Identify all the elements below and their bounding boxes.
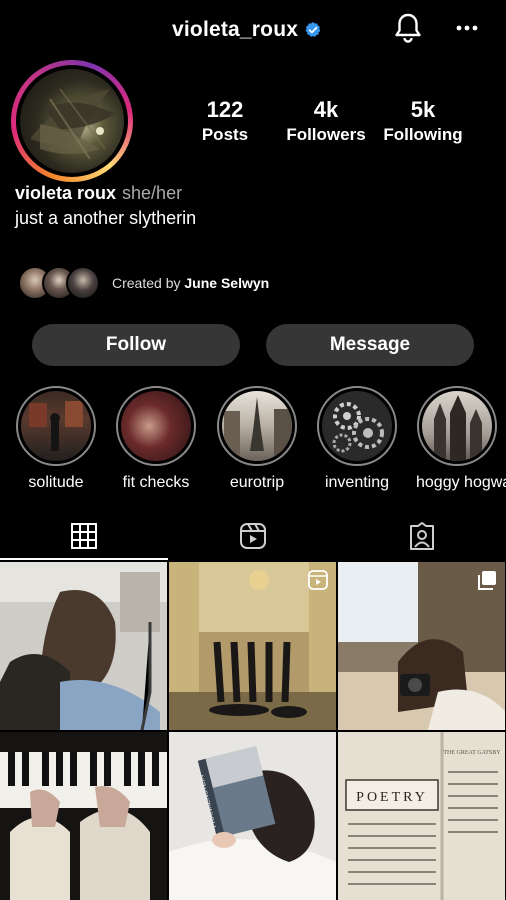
- follow-button[interactable]: Follow: [32, 324, 240, 366]
- book-running-title-text: THE GREAT GATSBY: [443, 750, 501, 756]
- highlight-ring: [116, 386, 196, 466]
- bell-icon[interactable]: [393, 12, 423, 44]
- poetry-heading-text: POETRY: [356, 790, 428, 805]
- highlight-cover: [222, 391, 292, 461]
- avatar-art: [30, 88, 115, 160]
- profile-tabs: [0, 512, 506, 560]
- highlight-ring: [317, 386, 397, 466]
- stat-posts-count: 122: [206, 97, 244, 122]
- highlight-label: hoggy hogwa: [416, 474, 506, 491]
- gears-icon: [332, 402, 384, 453]
- more-dots-icon[interactable]: [456, 20, 478, 36]
- profile-avatar[interactable]: [11, 60, 133, 182]
- avatar-image: [20, 69, 124, 173]
- highlight-art: [29, 401, 83, 451]
- highlight-cover: [322, 391, 392, 461]
- top-bar: violeta_roux: [0, 0, 506, 64]
- stat-followers-count: 4k: [313, 97, 339, 122]
- highlight-label: inventing: [324, 474, 390, 491]
- highlight-art: [224, 397, 292, 461]
- reels-icon: [240, 523, 266, 549]
- highlight-label: fit checks: [122, 474, 190, 491]
- post-image: [0, 732, 167, 900]
- pronouns: she/her: [122, 183, 183, 203]
- post-image: [0, 562, 167, 730]
- post-thumbnail[interactable]: [169, 562, 336, 730]
- creator-name[interactable]: June Selwyn: [184, 275, 269, 291]
- highlight-label: solitude: [28, 474, 84, 491]
- reel-badge-icon: [308, 570, 328, 590]
- created-by-text: Created by June Selwyn: [112, 275, 269, 291]
- stat-posts-label: Posts: [201, 125, 249, 144]
- stat-following-count: 5k: [410, 97, 436, 122]
- highlight-label: eurotrip: [229, 474, 285, 491]
- display-name: violeta roux: [15, 183, 117, 203]
- stat-followers-label: Followers: [286, 125, 366, 144]
- post-thumbnail[interactable]: [338, 562, 505, 730]
- post-thumbnail[interactable]: [0, 562, 167, 730]
- highlight-solitude[interactable]: solitude: [15, 386, 97, 492]
- castle-icon: [434, 395, 482, 461]
- highlight-ring: [217, 386, 297, 466]
- bio-name-line: violeta roux she/her: [15, 183, 182, 204]
- highlight-ring: [16, 386, 96, 466]
- tab-posts-grid[interactable]: [0, 512, 168, 560]
- carousel-badge-icon: [478, 571, 496, 590]
- stat-followers[interactable]: 4k Followers: [284, 98, 368, 146]
- post-image: POETRY THE GREAT GATSBY: [338, 732, 505, 900]
- message-button[interactable]: Message: [266, 324, 474, 366]
- highlight-ring: [417, 386, 497, 466]
- post-image: FRANKENSTEIN: [169, 732, 336, 900]
- creator-avatar-3: [66, 266, 100, 300]
- active-tab-indicator: [0, 558, 168, 560]
- post-thumbnail[interactable]: FRANKENSTEIN: [169, 732, 336, 900]
- highlight-cover: [422, 391, 492, 461]
- profile-username[interactable]: violeta_roux: [172, 18, 322, 42]
- tagged-person-icon: [410, 522, 434, 550]
- grid-icon: [71, 523, 97, 549]
- stat-following-label: Following: [383, 125, 463, 144]
- highlight-eurotrip[interactable]: eurotrip: [216, 386, 298, 492]
- tab-reels[interactable]: [169, 512, 337, 560]
- stat-posts[interactable]: 122 Posts: [196, 98, 254, 146]
- username-text: violeta_roux: [172, 18, 299, 41]
- highlight-cover: [121, 391, 191, 461]
- highlight-fit-checks[interactable]: fit checks: [115, 386, 197, 492]
- highlight-inventing[interactable]: inventing: [316, 386, 398, 492]
- tab-tagged[interactable]: [338, 512, 506, 560]
- stat-following[interactable]: 5k Following: [381, 98, 465, 146]
- created-by-prefix: Created by: [112, 275, 181, 291]
- verified-badge-icon: [305, 22, 321, 37]
- bio-text: just a another slytherin: [15, 208, 197, 228]
- highlight-hoggy-hogwarts[interactable]: hoggy hogwa: [416, 386, 506, 492]
- post-thumbnail[interactable]: [0, 732, 167, 900]
- post-thumbnail[interactable]: POETRY THE GREAT GATSBY: [338, 732, 505, 900]
- created-by-row[interactable]: Created by June Selwyn: [18, 266, 269, 300]
- highlight-cover: [21, 391, 91, 461]
